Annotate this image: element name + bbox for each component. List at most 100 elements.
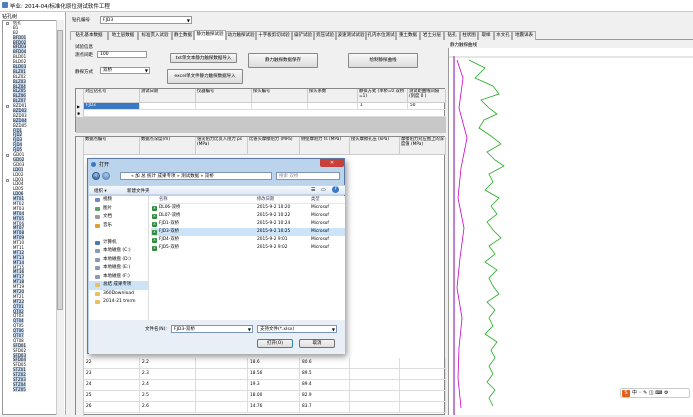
- column-header[interactable]: 探头系数: [308, 89, 358, 103]
- nav-item[interactable]: 图片: [89, 205, 148, 214]
- expand-icon[interactable]: [6, 22, 9, 25]
- nav-item[interactable]: 本地磁盘 (F:): [89, 273, 148, 282]
- column-header[interactable]: 侧壁摩阻力 fs (MPa): [300, 137, 350, 155]
- column-header[interactable]: 接头摩擦孔压 (kPa): [350, 137, 400, 155]
- file-row[interactable]: X FJD5-双桥 2015-9-2 9:02 Microsof: [151, 244, 345, 252]
- grid-cell[interactable]: 2.6: [140, 402, 196, 413]
- grid-cell[interactable]: [196, 380, 248, 391]
- nav-item[interactable]: 2014-21 tmrm: [89, 298, 148, 307]
- grid-cell[interactable]: 18.6: [248, 358, 300, 369]
- preview-pane-icon[interactable]: ▭: [321, 187, 326, 193]
- grid-cell[interactable]: 83.7: [300, 402, 350, 413]
- expand-icon[interactable]: [6, 154, 9, 158]
- grid-cell[interactable]: 25: [84, 391, 140, 402]
- file-row[interactable]: X DL07-双桥 2015-9-2 10:22 Microsof: [151, 212, 345, 220]
- grid-cell[interactable]: [350, 369, 400, 380]
- cancel-button[interactable]: 取消: [299, 339, 335, 348]
- nav-item[interactable]: 本地磁盘 (D:): [89, 256, 148, 265]
- column-header[interactable]: 比锥头摩擦阻力 (MPa): [248, 137, 300, 155]
- tree-scrollbar-thumb[interactable]: [57, 30, 63, 310]
- nav-item[interactable]: 本地磁盘 (C:): [89, 247, 148, 256]
- forward-icon[interactable]: ›: [102, 172, 110, 180]
- file-row[interactable]: X FJD4-双桥 2015-9-2 9:01 Microsof: [151, 236, 345, 244]
- tab[interactable]: 孔内水位测试: [366, 31, 396, 40]
- grid-cell[interactable]: 2.4: [140, 380, 196, 391]
- grid-cell[interactable]: 80.6: [300, 358, 350, 369]
- back-icon[interactable]: ‹: [92, 172, 100, 180]
- column-header[interactable]: 仪器编号: [196, 89, 252, 103]
- grid-cell[interactable]: 22: [84, 358, 140, 369]
- drill-tree[interactable]: 钻孔 B1 B2 BFD01 BFD02 BFD03 BFD04 BLD01 BLD02 BLD0…: [2, 20, 64, 415]
- grid-cell[interactable]: [140, 103, 196, 110]
- ime-toolbar[interactable]: S 中 ◦ ✎ ◫ ⌨ ⚙: [620, 388, 690, 398]
- tab[interactable]: 取样: [478, 31, 494, 40]
- grid-cell[interactable]: 50: [408, 103, 446, 110]
- tab[interactable]: 水文孔: [494, 31, 512, 40]
- file-row[interactable]: X FJD1-双桥 2015-9-2 10:24 Microsof: [151, 220, 345, 228]
- tab[interactable]: 静力触探试验: [194, 30, 226, 40]
- open-button[interactable]: 打开(O): [257, 339, 293, 348]
- grid-cell[interactable]: 24: [84, 380, 140, 391]
- grid-cell[interactable]: [196, 369, 248, 380]
- tab[interactable]: 动力触探试验: [226, 31, 256, 40]
- column-date[interactable]: 修改日期: [257, 196, 274, 204]
- nav-item[interactable]: 360Download: [89, 290, 148, 299]
- nav-item[interactable]: 音乐: [89, 222, 148, 231]
- grid-cell[interactable]: [196, 391, 248, 402]
- nav-item[interactable]: 本地磁盘 (E:): [89, 264, 148, 273]
- close-button[interactable]: ✕: [320, 159, 344, 167]
- grid-cell[interactable]: FJD3: [84, 103, 140, 110]
- draw-curve-button[interactable]: 绘制静探曲线: [348, 53, 418, 68]
- tab[interactable]: 波速测试试验: [336, 31, 366, 40]
- tab[interactable]: 岩土分层: [420, 31, 444, 40]
- grid-cell[interactable]: [308, 103, 358, 110]
- grid-cell[interactable]: [400, 380, 446, 391]
- grid-cell[interactable]: [400, 358, 446, 369]
- grid-cell[interactable]: 1: [358, 103, 408, 110]
- column-header[interactable]: 探头编号: [252, 89, 308, 103]
- import-excel-button[interactable]: excel单文件静力触探数据导入: [167, 69, 243, 84]
- column-header[interactable]: 对应钻孔号: [84, 89, 140, 103]
- grid-cell[interactable]: 82.9: [300, 391, 350, 402]
- tab[interactable]: 标准贯入试验: [138, 31, 172, 40]
- grid-cell[interactable]: 18.00: [248, 391, 300, 402]
- new-folder-button[interactable]: 新建文件夹: [127, 188, 150, 194]
- column-header[interactable]: 数据点编号: [84, 137, 140, 155]
- column-header[interactable]: 测试日期: [140, 89, 196, 103]
- tab[interactable]: 钻孔: [444, 31, 460, 40]
- tab[interactable]: 地土层数据: [108, 31, 138, 40]
- grid-cell[interactable]: 14.76: [248, 402, 300, 413]
- filename-input[interactable]: FJD3-双桥 ▼: [171, 325, 253, 333]
- nav-item[interactable]: 总结 成果专项: [89, 281, 148, 290]
- grid-cell[interactable]: 89.5: [300, 369, 350, 380]
- tab[interactable]: 十字板剪切试验: [256, 31, 292, 40]
- mode-select[interactable]: 双桥 ▼: [100, 67, 150, 74]
- grid-cell[interactable]: 18.56: [248, 369, 300, 380]
- grid-cell[interactable]: 19.3: [248, 380, 300, 391]
- tab[interactable]: 地震详表: [512, 31, 536, 40]
- nav-item[interactable]: 计算机: [89, 239, 148, 248]
- grid-cell[interactable]: [400, 402, 446, 413]
- column-header[interactable]: 测试距曲线间隔 (刻度 0 ): [408, 89, 446, 103]
- column-header[interactable]: 摩擦阻力对应图上的深度值 (MPa): [400, 137, 446, 155]
- grid-cell[interactable]: [196, 402, 248, 413]
- grid-cell[interactable]: 23: [84, 369, 140, 380]
- tree-item[interactable]: STZ05: [3, 386, 63, 393]
- grid-cell[interactable]: [400, 391, 446, 402]
- search-input[interactable]: 搜索 双桥: [276, 172, 340, 180]
- column-header[interactable]: 数据点深度(m): [140, 137, 196, 155]
- grid-cell[interactable]: [196, 103, 252, 110]
- view-icon[interactable]: ☰: [311, 187, 315, 193]
- grid-cell[interactable]: [252, 103, 308, 110]
- grid-cell[interactable]: 26: [84, 402, 140, 413]
- column-type[interactable]: 类型: [311, 196, 320, 204]
- new-row[interactable]: [84, 110, 446, 117]
- tab[interactable]: 柱状图: [460, 31, 478, 40]
- file-row[interactable]: X DL06-双桥 2015-9-2 10:20 Microsof: [151, 204, 345, 212]
- grid-cell[interactable]: [196, 358, 248, 369]
- expand-icon[interactable]: [6, 178, 9, 182]
- save-cpt-button[interactable]: 静力触探数据保存: [248, 53, 318, 68]
- expand-icon[interactable]: [6, 105, 9, 109]
- depth-input[interactable]: 100: [97, 51, 147, 58]
- tab[interactable]: 钻孔基本数据: [70, 31, 108, 40]
